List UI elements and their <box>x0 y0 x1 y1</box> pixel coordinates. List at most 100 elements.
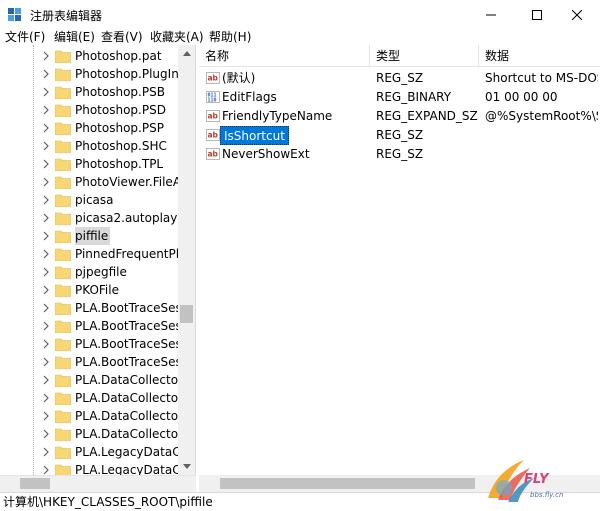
tree-item[interactable]: PLA.BootTraceSessi <box>0 317 191 335</box>
tree-item[interactable]: Photoshop.SHC <box>0 137 180 155</box>
tree-item[interactable]: PLA.DataCollectorSe <box>0 371 195 389</box>
minimize-button[interactable] <box>468 0 514 29</box>
folder-icon <box>55 320 71 333</box>
tree-item[interactable]: Photoshop.PSP <box>0 119 180 137</box>
folder-icon <box>55 140 71 153</box>
chevron-right-icon[interactable] <box>41 141 51 151</box>
chevron-right-icon[interactable] <box>41 393 51 403</box>
tree-item[interactable]: PLA.BootTraceSessi <box>0 299 191 317</box>
tree-item[interactable]: picasa <box>0 191 180 209</box>
chevron-right-icon[interactable] <box>41 69 51 79</box>
tree-item[interactable]: picasa2.autoplay <box>0 209 180 227</box>
tree-item-label: pjpegfile <box>75 265 127 279</box>
value-name[interactable]: (默认) <box>222 69 368 88</box>
tree-vertical-scrollbar[interactable] <box>178 45 195 475</box>
tree-item-label: Photoshop.PlugIn <box>75 67 179 81</box>
tree-item[interactable]: PLA.BootTraceSessi <box>0 335 191 353</box>
chevron-right-icon[interactable] <box>41 447 51 457</box>
tree-item[interactable]: PLA.DataCollectorSe <box>0 389 195 407</box>
tree-item[interactable]: PKOFile <box>0 281 180 299</box>
tree-hscroll-thumb[interactable] <box>20 478 50 489</box>
tree-item[interactable]: Photoshop.TPL <box>0 155 180 173</box>
svg-text:ab: ab <box>208 150 219 159</box>
value-name[interactable]: IsShortcut <box>220 126 289 145</box>
tree-item[interactable]: PLA.LegacyDataColl <box>0 443 195 461</box>
menu-favorites[interactable]: 收藏夹(A) <box>150 29 204 45</box>
chevron-right-icon[interactable] <box>41 375 51 385</box>
folder-icon <box>55 266 71 279</box>
svg-text:ab: ab <box>208 131 219 140</box>
tree-guide-line <box>33 45 34 475</box>
tree-item[interactable]: Photoshop.PSD <box>0 101 180 119</box>
tree-item[interactable]: PLA.DataCollectorSe <box>0 407 195 425</box>
tree-item[interactable]: PLA.LegacyDataColl <box>0 461 195 475</box>
watermark-text: FLY <box>524 472 549 487</box>
chevron-right-icon[interactable] <box>41 267 51 277</box>
folder-icon <box>55 104 71 117</box>
folder-icon <box>55 338 71 351</box>
scroll-up-arrow[interactable] <box>178 45 195 62</box>
value-name[interactable]: FriendlyTypeName <box>222 107 368 126</box>
tree-item[interactable]: PLA.BootTraceSessi <box>0 353 191 371</box>
folder-icon <box>55 446 71 459</box>
tree-item-label: picasa2.autoplay <box>75 211 178 225</box>
tree-item[interactable]: Photoshop.PlugIn <box>0 65 180 83</box>
scroll-down-arrow[interactable] <box>178 458 195 475</box>
chevron-right-icon[interactable] <box>41 303 51 313</box>
menu-help[interactable]: 帮助(H) <box>209 29 251 45</box>
tree-item[interactable]: PinnedFrequentPlac <box>0 245 193 263</box>
tree-item[interactable]: Photoshop.pat <box>0 47 180 65</box>
menu-view[interactable]: 查看(V) <box>101 29 143 45</box>
tree-item[interactable]: pjpegfile <box>0 263 180 281</box>
column-name-header[interactable]: 名称 <box>199 45 369 67</box>
chevron-right-icon[interactable] <box>41 339 51 349</box>
value-name[interactable]: EditFlags <box>222 88 368 107</box>
chevron-right-icon[interactable] <box>41 411 51 421</box>
tree-item-label: PLA.BootTraceSessi <box>75 319 192 333</box>
column-type-header[interactable]: 类型 <box>370 45 478 67</box>
value-type: REG_SZ <box>376 128 424 142</box>
chevron-right-icon[interactable] <box>41 465 51 475</box>
folder-icon <box>55 374 71 387</box>
tree-item[interactable]: PhotoViewer.FileAss <box>0 173 194 191</box>
chevron-right-icon[interactable] <box>41 51 51 61</box>
title-bar[interactable]: 注册表编辑器 <box>0 0 600 29</box>
chevron-right-icon[interactable] <box>41 177 51 187</box>
chevron-right-icon[interactable] <box>41 429 51 439</box>
chevron-right-icon[interactable] <box>41 195 51 205</box>
registry-tree[interactable]: Photoshop.pat Photoshop.PlugIn Photoshop.P… <box>0 45 196 475</box>
tree-item[interactable]: Photoshop.PSB <box>0 83 180 101</box>
tree-item[interactable]: PLA.DataCollectorSe <box>0 425 195 443</box>
tree-scroll-thumb[interactable] <box>180 305 193 323</box>
tree-item[interactable]: piffile <box>0 227 180 245</box>
chevron-right-icon[interactable] <box>41 249 51 259</box>
chevron-right-icon[interactable] <box>41 231 51 241</box>
chevron-right-icon[interactable] <box>41 213 51 223</box>
folder-icon <box>55 248 71 261</box>
folder-icon <box>55 50 71 63</box>
menu-edit[interactable]: 编辑(E) <box>54 29 95 45</box>
string-value-icon: ab <box>206 129 220 141</box>
menu-bar: 文件(F) 编辑(E) 查看(V) 收藏夹(A) 帮助(H) <box>0 29 600 45</box>
chevron-right-icon[interactable] <box>41 123 51 133</box>
svg-text:ab: ab <box>208 74 219 83</box>
tree-item-label: PKOFile <box>75 283 119 297</box>
value-data: Shortcut to MS-DOS P <box>485 71 598 85</box>
chevron-right-icon[interactable] <box>41 357 51 367</box>
value-name[interactable]: NeverShowExt <box>222 145 368 164</box>
folder-icon <box>55 302 71 315</box>
menu-file[interactable]: 文件(F) <box>5 29 45 45</box>
chevron-right-icon[interactable] <box>41 285 51 295</box>
tree-item-label: PLA.BootTraceSessi <box>75 355 192 369</box>
svg-text:ab: ab <box>208 112 219 121</box>
chevron-right-icon[interactable] <box>41 105 51 115</box>
close-button[interactable] <box>554 0 600 29</box>
list-hscroll-thumb[interactable] <box>220 478 475 489</box>
tree-item-label: Photoshop.PSD <box>75 103 166 117</box>
chevron-right-icon[interactable] <box>41 321 51 331</box>
chevron-right-icon[interactable] <box>41 87 51 97</box>
status-path: 计算机\HKEY_CLASSES_ROOT\piffile <box>3 495 213 509</box>
list-header: 名称 类型 数据 <box>199 45 600 67</box>
column-data-header[interactable]: 数据 <box>479 45 600 67</box>
chevron-right-icon[interactable] <box>41 159 51 169</box>
